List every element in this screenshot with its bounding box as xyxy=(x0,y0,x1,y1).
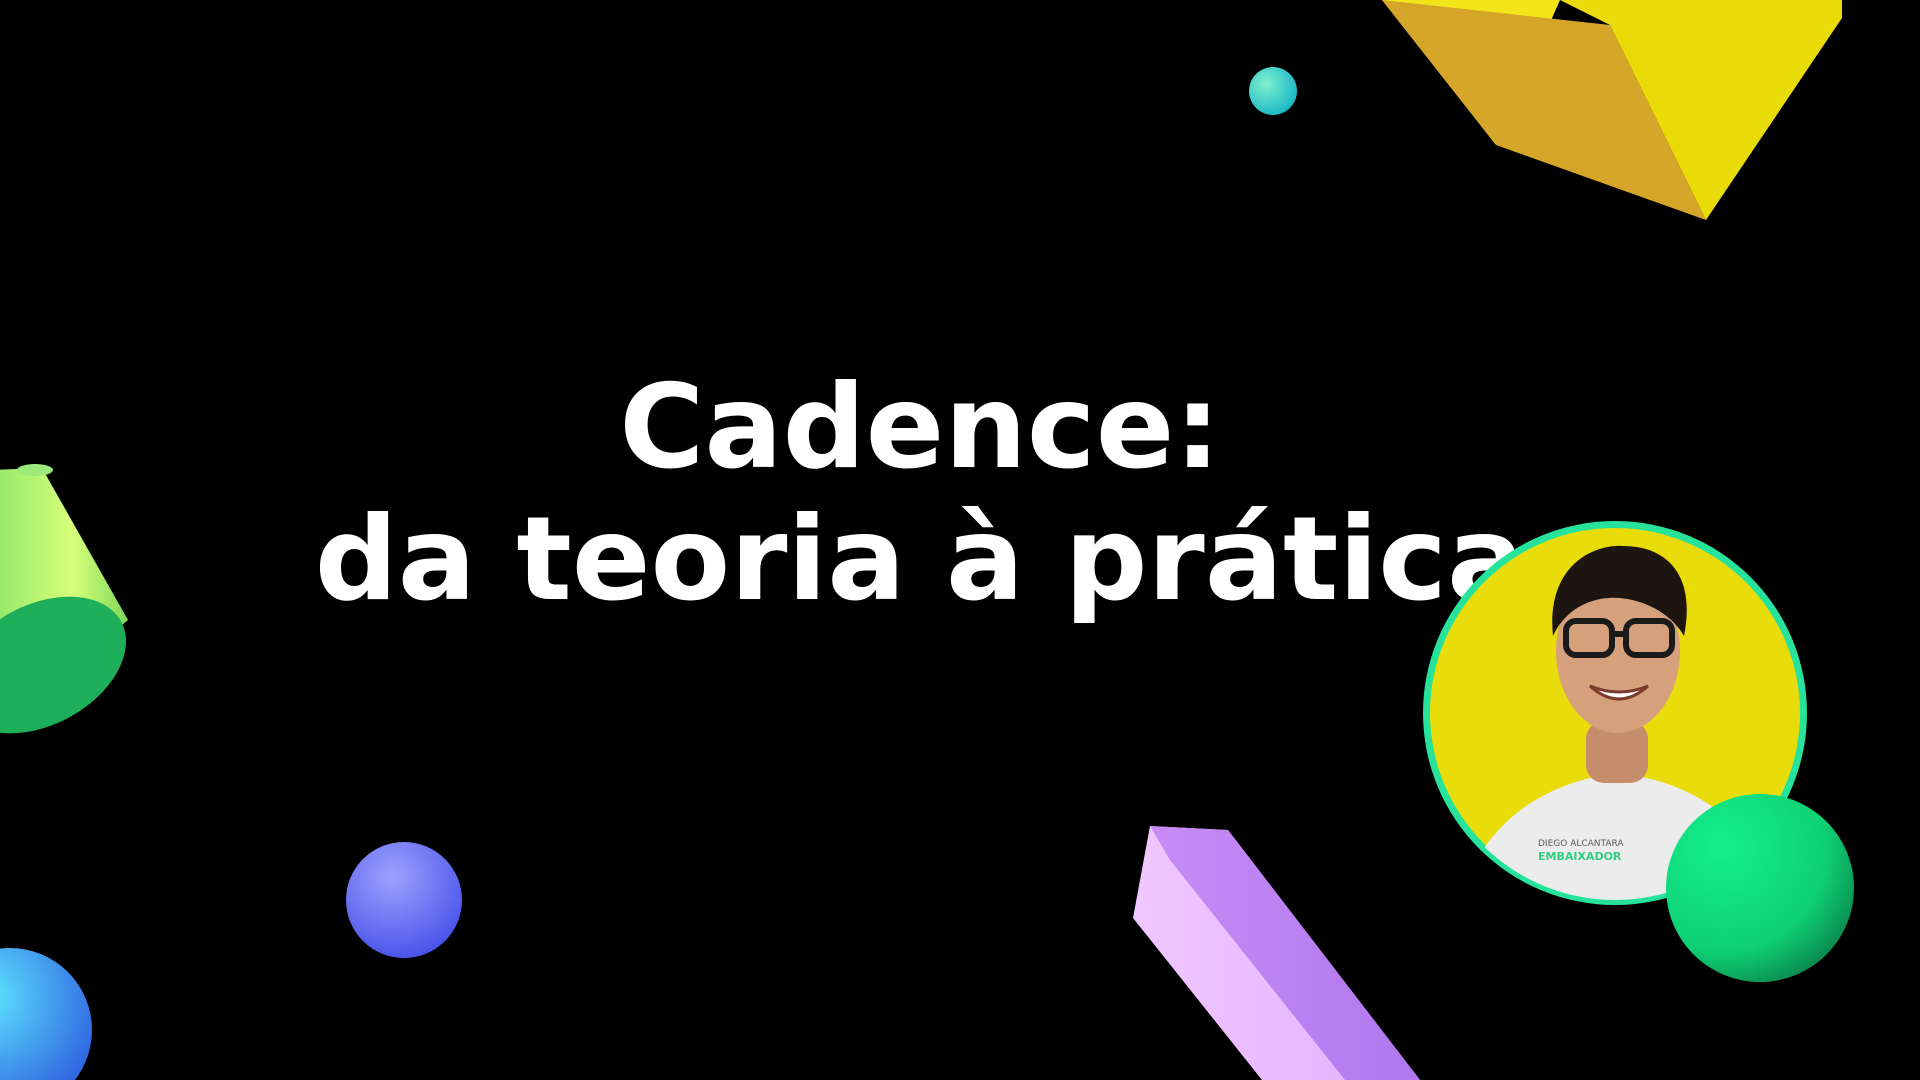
slide-canvas: Cadence: da teoria à prática DIEGO ALCAN… xyxy=(0,0,1920,1080)
green-sphere-icon xyxy=(1666,794,1854,982)
decorative-front xyxy=(1666,794,1854,982)
